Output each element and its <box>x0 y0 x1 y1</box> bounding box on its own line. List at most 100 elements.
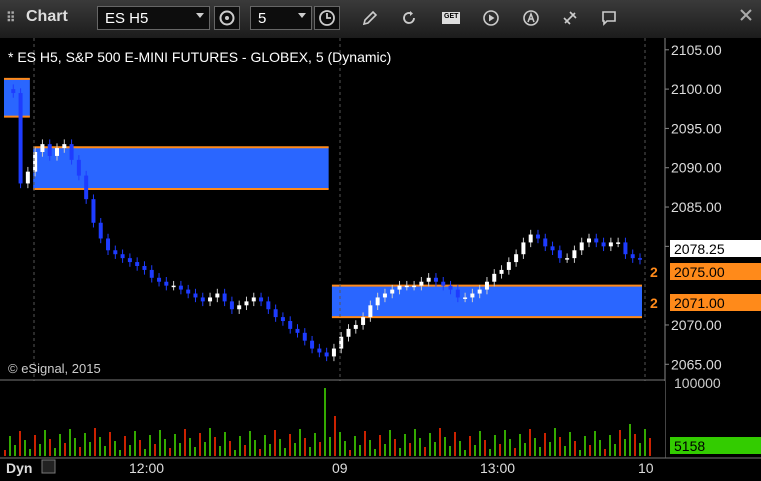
interval-value: 5 <box>258 10 267 27</box>
candle-body <box>608 242 613 247</box>
candle-body <box>579 242 584 251</box>
price-tick-label: 2100.00 <box>671 81 722 97</box>
interval-mode-label[interactable]: Dyn <box>6 460 32 476</box>
candle-body <box>178 285 183 290</box>
volume-bar <box>164 439 166 456</box>
comment-button[interactable] <box>596 6 622 30</box>
volume-bar <box>254 440 256 456</box>
price-chart[interactable]: * ES H5, S&P 500 E-MINI FUTURES - GLOBEX… <box>0 38 761 481</box>
interval-mode-toggle-icon[interactable] <box>41 459 56 474</box>
volume-bar <box>289 434 291 456</box>
drag-grip-icon[interactable]: ⠿ <box>6 10 16 26</box>
volume-bar <box>549 442 551 456</box>
candle-body <box>302 332 307 341</box>
time-label: 09 <box>332 460 348 476</box>
candle-body <box>419 281 424 286</box>
volume-bar <box>124 436 126 456</box>
volume-bar <box>264 435 266 456</box>
volume-bar <box>459 441 461 456</box>
candle-body <box>171 285 176 288</box>
candle-body <box>601 242 606 247</box>
level-marker-tag: 2 <box>650 295 658 311</box>
volume-bar <box>229 441 231 456</box>
get-data-button[interactable]: GET <box>438 6 464 30</box>
volume-bar <box>29 449 31 456</box>
candle-body <box>55 148 60 156</box>
play-button[interactable] <box>478 6 504 30</box>
volume-bar <box>59 434 61 456</box>
volume-bar <box>534 438 536 456</box>
candle-body <box>638 258 642 260</box>
volume-bar <box>609 435 611 456</box>
candle-body <box>295 328 300 333</box>
chart-window: ⠿ Chart ES H5 5 GET * ES H5, S&P 500 E-M… <box>0 0 761 481</box>
candle-body <box>550 246 555 251</box>
volume-bar <box>84 433 86 456</box>
volume-bar <box>464 450 466 456</box>
volume-bar <box>409 443 411 456</box>
volume-bar <box>4 450 6 456</box>
volume-bar <box>204 442 206 456</box>
volume-bar <box>284 448 286 456</box>
draw-tool-button[interactable] <box>357 6 383 30</box>
candle-body <box>521 242 526 255</box>
chart-toolbar: ⠿ Chart ES H5 5 GET <box>0 0 761 39</box>
candle-body <box>142 266 147 270</box>
volume-bar <box>194 447 196 456</box>
symbol-selector[interactable]: ES H5 <box>97 6 210 30</box>
price-tick-label: 2070.00 <box>671 317 722 333</box>
candle-body <box>251 297 256 302</box>
candle-body <box>412 285 417 288</box>
candle-body <box>11 89 16 94</box>
close-icon[interactable] <box>739 8 753 22</box>
volume-bar <box>99 437 101 456</box>
candle-body <box>543 238 548 247</box>
link-button[interactable] <box>214 6 240 30</box>
volume-bar <box>339 432 341 456</box>
volume-bar <box>329 437 331 456</box>
volume-bar <box>309 447 311 456</box>
candle-body <box>463 297 468 299</box>
volume-bar <box>14 445 16 456</box>
candle-body <box>25 171 30 184</box>
volume-bar <box>314 433 316 456</box>
volume-bar <box>19 431 21 456</box>
candle-body <box>84 175 89 200</box>
volume-bar <box>179 443 181 456</box>
volume-bar <box>354 436 356 456</box>
volume-bar <box>249 431 251 456</box>
volume-bar <box>244 445 246 456</box>
alert-button[interactable] <box>518 6 544 30</box>
volume-bar <box>39 444 41 456</box>
candle-body <box>586 238 591 243</box>
candle-body <box>594 238 599 243</box>
volume-bar <box>529 429 531 456</box>
volume-bar <box>579 450 581 456</box>
volume-bar <box>424 447 426 456</box>
volume-bar <box>504 430 506 456</box>
volume-bar <box>334 416 336 456</box>
price-tick-label: 2065.00 <box>671 356 722 372</box>
volume-bar <box>54 448 56 456</box>
volume-bar <box>69 429 71 456</box>
candle-body <box>135 262 140 266</box>
candle-body <box>499 269 504 274</box>
interval-selector[interactable]: 5 <box>250 6 312 30</box>
volume-bar <box>449 446 451 456</box>
volume-bar <box>379 435 381 456</box>
level-marker-tag: 2 <box>650 264 658 280</box>
volume-bar <box>144 449 146 456</box>
price-axis[interactable]: 2105.002100.002095.002090.002085.002080.… <box>665 42 722 372</box>
refresh-button[interactable] <box>396 6 422 30</box>
volume-bar <box>154 444 156 456</box>
cursor-tool-button[interactable] <box>557 6 583 30</box>
volume-bar <box>129 445 131 456</box>
volume-bar <box>259 449 261 456</box>
price-tick-label: 2090.00 <box>671 160 722 176</box>
volume-bar <box>569 432 571 456</box>
candle-body <box>404 285 409 288</box>
candle-body <box>506 262 511 270</box>
candle-body <box>149 269 154 278</box>
level-label: 2075.00 <box>674 264 725 280</box>
time-button[interactable] <box>314 6 340 30</box>
